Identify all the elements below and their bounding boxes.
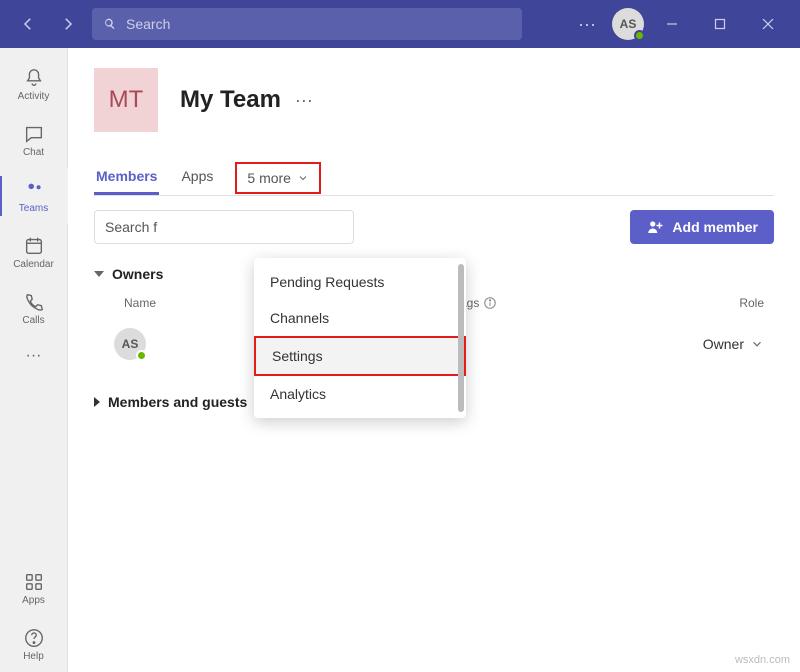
search-placeholder: Search xyxy=(126,16,170,32)
add-member-label: Add member xyxy=(672,219,758,235)
app-rail: Activity Chat Teams Calendar Calls ··· A… xyxy=(0,48,68,672)
dd-channels[interactable]: Channels xyxy=(254,300,466,336)
presence-indicator xyxy=(634,30,645,41)
rail-label: Apps xyxy=(22,595,45,606)
dd-pending-requests[interactable]: Pending Requests xyxy=(254,264,466,300)
rail-label: Teams xyxy=(19,203,48,214)
chat-icon xyxy=(23,123,45,145)
search-icon xyxy=(102,16,118,32)
window-maximize[interactable] xyxy=(700,8,740,40)
dd-settings[interactable]: Settings xyxy=(254,336,466,376)
info-icon xyxy=(483,296,497,310)
rail-more[interactable]: ··· xyxy=(0,336,68,376)
search-placeholder-text: Search f xyxy=(105,219,157,235)
rail-chat[interactable]: Chat xyxy=(0,112,68,168)
help-icon xyxy=(23,627,45,649)
caret-down-icon xyxy=(94,271,104,277)
team-tabs: Members Apps 5 more xyxy=(94,160,774,196)
role-selector[interactable]: Owner xyxy=(703,336,774,352)
apps-icon xyxy=(23,571,45,593)
rail-calls[interactable]: Calls xyxy=(0,280,68,336)
rail-label: Chat xyxy=(23,147,44,158)
rail-apps[interactable]: Apps xyxy=(0,560,68,616)
rail-calendar[interactable]: Calendar xyxy=(0,224,68,280)
watermark: wsxdn.com xyxy=(735,654,790,666)
back-button[interactable] xyxy=(12,8,44,40)
rail-label: Activity xyxy=(18,91,50,102)
presence-indicator xyxy=(136,350,147,361)
rail-activity[interactable]: Activity xyxy=(0,56,68,112)
add-member-button[interactable]: Add member xyxy=(630,210,774,244)
global-search[interactable]: Search xyxy=(92,8,522,40)
members-toolbar: Search f Add member xyxy=(94,210,774,244)
main-content: MT My Team ··· Members Apps 5 more Searc… xyxy=(68,48,800,672)
caret-right-icon xyxy=(94,397,100,407)
rail-label: Calendar xyxy=(13,259,54,270)
avatar-initials: AS xyxy=(620,17,637,31)
tab-apps[interactable]: Apps xyxy=(179,160,215,195)
avatar-initials: AS xyxy=(122,337,139,351)
col-tags: Tags xyxy=(454,296,614,310)
title-bar: Search ··· AS xyxy=(0,0,800,48)
add-member-icon xyxy=(646,218,664,236)
calendar-icon xyxy=(23,235,45,257)
rail-help[interactable]: Help xyxy=(0,616,68,672)
more-label: 5 more xyxy=(247,170,291,186)
role-value: Owner xyxy=(703,336,744,352)
tab-members[interactable]: Members xyxy=(94,160,159,195)
phone-icon xyxy=(23,291,45,313)
rail-label: Help xyxy=(23,651,44,662)
ellipsis-icon: ··· xyxy=(26,347,42,365)
bell-icon xyxy=(23,67,45,89)
dd-analytics[interactable]: Analytics xyxy=(254,376,466,412)
chevron-down-icon xyxy=(750,337,764,351)
rail-label: Calls xyxy=(22,315,44,326)
team-header: MT My Team ··· xyxy=(94,68,774,132)
forward-button[interactable] xyxy=(52,8,84,40)
window-close[interactable] xyxy=(748,8,788,40)
window-minimize[interactable] xyxy=(652,8,692,40)
teams-icon xyxy=(23,179,45,201)
member-avatar[interactable]: AS xyxy=(114,328,146,360)
section-label: Owners xyxy=(112,266,163,282)
team-name: My Team xyxy=(180,86,281,114)
team-more-button[interactable]: ··· xyxy=(295,90,313,111)
team-avatar: MT xyxy=(94,68,158,132)
chevron-down-icon xyxy=(297,172,309,184)
tab-more-dropdown[interactable]: 5 more xyxy=(235,162,321,194)
col-role: Role xyxy=(614,296,774,310)
more-tabs-dropdown: Pending Requests Channels Settings Analy… xyxy=(254,258,466,418)
app-more-button[interactable]: ··· xyxy=(570,14,604,35)
rail-teams[interactable]: Teams xyxy=(0,168,68,224)
section-label: Members and guests xyxy=(108,394,247,410)
search-members-input[interactable]: Search f xyxy=(94,210,354,244)
current-user-avatar[interactable]: AS xyxy=(612,8,644,40)
